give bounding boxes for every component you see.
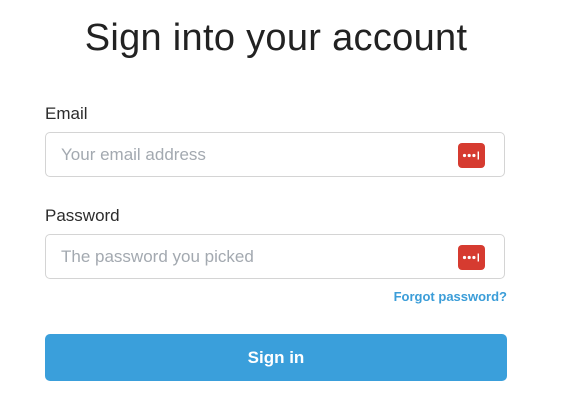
email-field[interactable] bbox=[46, 133, 461, 176]
password-label: Password bbox=[45, 206, 120, 225]
sign-in-button[interactable]: Sign in bbox=[45, 334, 507, 381]
password-dots-icon bbox=[462, 151, 479, 160]
password-field[interactable] bbox=[46, 235, 461, 278]
password-manager-icon[interactable] bbox=[458, 245, 485, 270]
email-field-container bbox=[45, 132, 505, 177]
email-label: Email bbox=[45, 104, 88, 123]
page-title: Sign into your account bbox=[84, 17, 468, 59]
password-dots-icon bbox=[462, 253, 479, 262]
sign-in-page: Sign into your account Email Password Fo… bbox=[0, 0, 576, 402]
password-field-container bbox=[45, 234, 505, 279]
forgot-password-link[interactable]: Forgot password? bbox=[394, 289, 507, 305]
password-manager-icon[interactable] bbox=[458, 143, 485, 168]
